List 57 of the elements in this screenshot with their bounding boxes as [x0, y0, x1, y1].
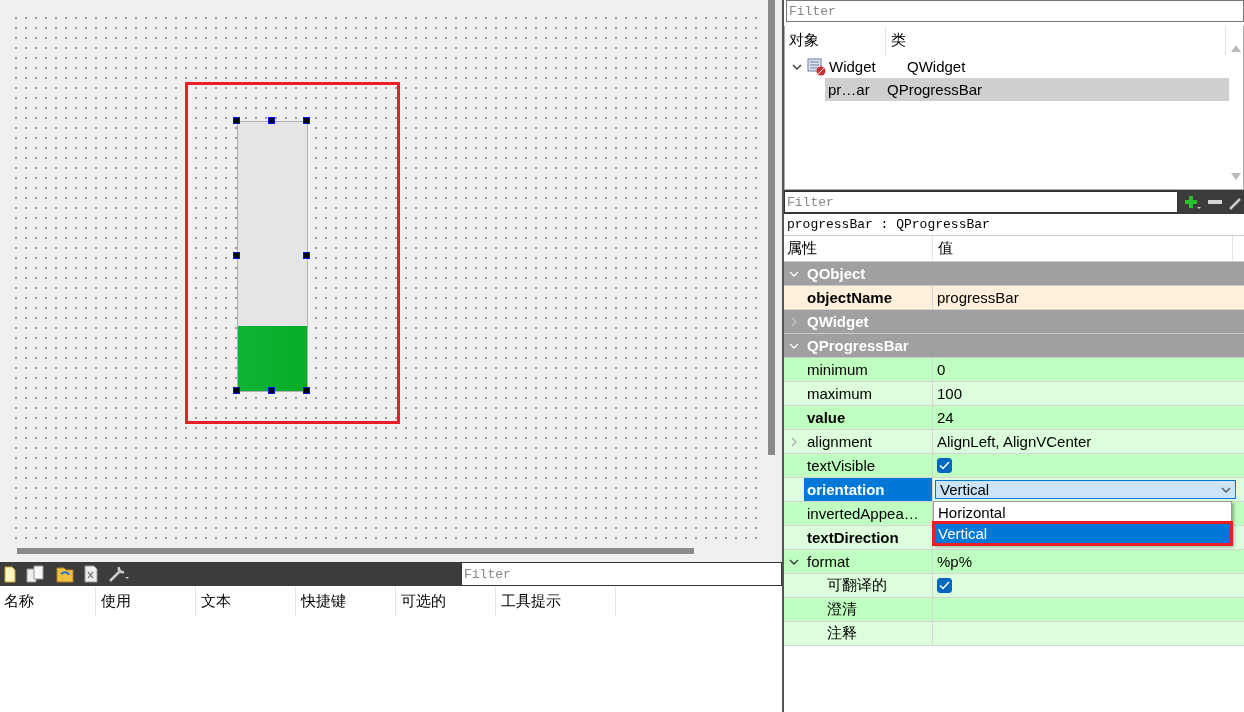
- delete-icon[interactable]: [83, 565, 99, 583]
- property-name[interactable]: 注释: [804, 622, 933, 645]
- class-name: QWidget: [907, 58, 966, 75]
- resize-handle[interactable]: [268, 387, 275, 394]
- property-value[interactable]: %p%: [933, 550, 1244, 573]
- tree-item[interactable]: pr…ar QProgressBar: [825, 78, 1229, 101]
- property-name[interactable]: 可翻译的: [804, 574, 933, 597]
- property-value[interactable]: progressBar: [933, 286, 1244, 309]
- property-name[interactable]: format: [804, 550, 933, 573]
- scrollbar-thumb[interactable]: [17, 548, 694, 554]
- progress-bar[interactable]: [237, 121, 308, 392]
- expand-caret-icon[interactable]: [789, 436, 799, 447]
- filter-field[interactable]: Filter: [784, 191, 1178, 213]
- resize-handle[interactable]: [303, 387, 310, 394]
- property-value[interactable]: 0: [933, 358, 1244, 381]
- property-name[interactable]: textVisible: [804, 454, 933, 477]
- property-name[interactable]: orientation: [804, 478, 933, 501]
- scroll-up-icon[interactable]: [1231, 44, 1241, 52]
- resize-handle[interactable]: [233, 387, 240, 394]
- folder-icon[interactable]: [55, 565, 75, 583]
- add-icon[interactable]: [1182, 193, 1202, 211]
- property-name[interactable]: minimum: [804, 358, 933, 381]
- column-header[interactable]: 类: [886, 26, 1226, 55]
- property-name[interactable]: value: [804, 406, 933, 429]
- resize-handle[interactable]: [233, 117, 240, 124]
- property-name[interactable]: objectName: [804, 286, 933, 309]
- resize-handle[interactable]: [268, 117, 275, 124]
- property-value[interactable]: 24: [933, 406, 1244, 429]
- column-header[interactable]: 属性: [784, 236, 933, 261]
- wrench-icon[interactable]: [107, 565, 131, 583]
- tree-item[interactable]: Widget: [827, 58, 907, 75]
- column-header[interactable]: 对象: [785, 26, 886, 55]
- resize-handle[interactable]: [303, 117, 310, 124]
- dropdown-option[interactable]: Vertical: [934, 523, 1231, 544]
- expand-caret-icon[interactable]: [789, 316, 799, 327]
- new-page-icon[interactable]: [3, 565, 17, 583]
- resize-handle[interactable]: [303, 252, 310, 259]
- pages-icon[interactable]: [25, 565, 47, 583]
- property-name[interactable]: maximum: [804, 382, 933, 405]
- filter-field[interactable]: Filter: [786, 0, 1244, 22]
- widget-icon: [807, 57, 827, 76]
- scroll-down-icon[interactable]: [1231, 173, 1241, 181]
- dropdown-option[interactable]: Horizontal: [934, 502, 1231, 523]
- checkbox[interactable]: [937, 458, 952, 473]
- property-value[interactable]: 100: [933, 382, 1244, 405]
- checkbox[interactable]: [937, 578, 952, 593]
- property-name[interactable]: textDirection: [804, 526, 933, 549]
- property-name[interactable]: alignment: [804, 430, 933, 453]
- resize-handle[interactable]: [233, 252, 240, 259]
- orientation-dropdown[interactable]: Vertical: [935, 480, 1236, 499]
- property-name[interactable]: invertedAppea…: [804, 502, 933, 525]
- property-name[interactable]: 澄清: [804, 598, 933, 621]
- filter-field[interactable]: Filter: [461, 562, 782, 586]
- object-title: progressBar : QProgressBar: [784, 214, 1244, 236]
- column-header[interactable]: 值: [933, 236, 1233, 261]
- property-value[interactable]: AlignLeft, AlignVCenter: [933, 430, 1244, 453]
- scrollbar-thumb[interactable]: [767, 0, 775, 455]
